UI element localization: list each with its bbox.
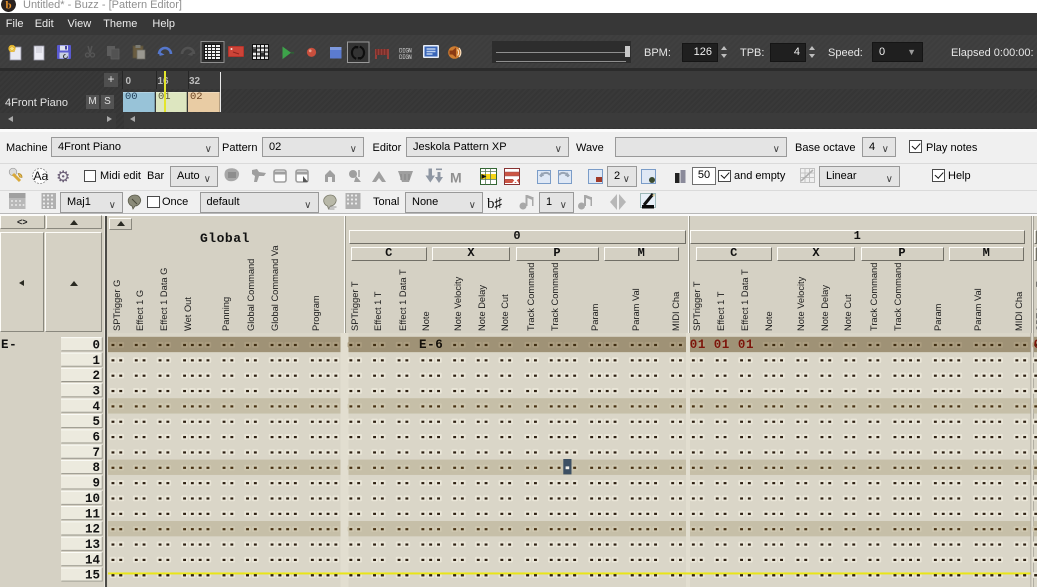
svg-text:4: 4 bbox=[92, 400, 100, 414]
svg-text:2: 2 bbox=[92, 369, 100, 383]
svg-text:7: 7 bbox=[92, 446, 100, 460]
svg-text:01: 01 bbox=[1034, 338, 1037, 352]
svg-text:5: 5 bbox=[92, 415, 100, 429]
svg-text:10: 10 bbox=[85, 492, 100, 506]
svg-text:01: 01 bbox=[714, 338, 730, 352]
svg-text:01: 01 bbox=[690, 338, 706, 352]
svg-text:14: 14 bbox=[85, 553, 101, 567]
svg-text:13: 13 bbox=[85, 538, 100, 552]
svg-text:0: 0 bbox=[92, 338, 100, 352]
svg-text:3: 3 bbox=[92, 384, 100, 398]
svg-text:1: 1 bbox=[92, 354, 100, 368]
svg-text:8: 8 bbox=[92, 461, 100, 475]
svg-text:01: 01 bbox=[738, 338, 754, 352]
svg-text:12: 12 bbox=[85, 523, 100, 537]
svg-text:E-6: E-6 bbox=[419, 338, 443, 352]
svg-text:b♯: b♯ bbox=[487, 196, 503, 212]
svg-text:15: 15 bbox=[85, 569, 100, 583]
svg-text:9: 9 bbox=[92, 477, 100, 491]
svg-text:11: 11 bbox=[85, 507, 100, 521]
svg-text:6: 6 bbox=[92, 431, 100, 445]
svg-text:E-: E- bbox=[1, 338, 17, 352]
